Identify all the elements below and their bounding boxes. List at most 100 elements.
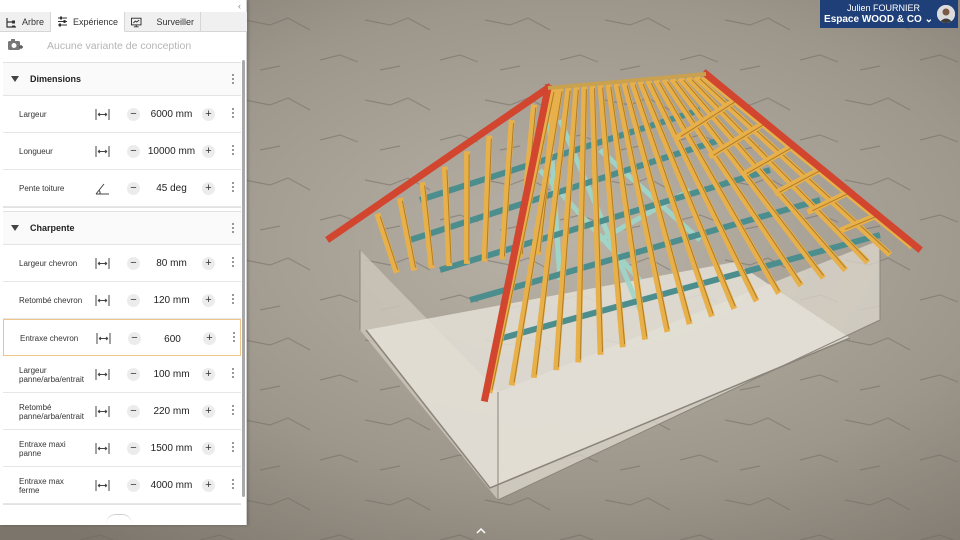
param-row-retombe-chevron: Retombé chevron − 120 mm + <box>3 282 241 319</box>
param-label: Entraxe maxi panne <box>19 439 66 458</box>
dimension-icon <box>95 109 110 120</box>
increment-button[interactable]: + <box>202 479 215 492</box>
tab-experience[interactable]: Expérience <box>51 12 126 32</box>
increment-button[interactable]: + <box>203 332 216 345</box>
user-badge[interactable]: Julien FOURNIER Espace WOOD & CO ⌄ <box>820 0 958 28</box>
param-value[interactable]: 10000 mm <box>141 143 202 160</box>
increment-button[interactable]: + <box>202 368 215 381</box>
param-row-pente-toiture: Pente toiture − 45 deg + <box>3 170 241 207</box>
kebab-menu-icon[interactable] <box>232 223 235 233</box>
sliders-icon <box>58 16 68 27</box>
dimension-icon <box>95 443 110 454</box>
param-value[interactable]: 80 mm <box>141 255 202 272</box>
param-label: Largeur <box>19 110 47 119</box>
kebab-menu-icon[interactable] <box>232 479 235 489</box>
tab-arbre[interactable]: Arbre <box>0 12 52 32</box>
param-value-input[interactable] <box>144 331 201 347</box>
decrement-button[interactable]: − <box>128 332 141 345</box>
chevron-up-icon[interactable] <box>475 526 487 536</box>
param-row-entraxe-max-ferme: Entraxe max ferme − 4000 mm + <box>3 467 241 504</box>
param-row-retombe-panne: Retombé panne/arba/entrait − 220 mm + <box>3 393 241 430</box>
kebab-menu-icon[interactable] <box>232 182 235 192</box>
tab-label: Expérience <box>73 16 119 27</box>
param-label: Entraxe max ferme <box>19 476 64 495</box>
param-row-largeur: Largeur − 6000 mm + <box>3 96 241 133</box>
tab-label: Surveiller <box>156 17 195 27</box>
decrement-button[interactable]: − <box>127 145 140 158</box>
param-row-entraxe-maxi-panne: Entraxe maxi panne − 1500 mm + <box>3 430 241 467</box>
rafter <box>441 166 453 267</box>
kebab-menu-icon[interactable] <box>232 145 235 155</box>
param-row-entraxe-chevron: Entraxe chevron − + <box>3 319 241 356</box>
param-label: Pente toiture <box>19 184 65 193</box>
dimension-icon <box>96 333 111 344</box>
param-value[interactable]: 6000 mm <box>141 106 202 123</box>
param-row-largeur-chevron: Largeur chevron − 80 mm + <box>3 245 241 282</box>
panel-tabs: Arbre Expérience Surveiller <box>0 12 247 32</box>
collapse-triangle-icon[interactable] <box>11 76 19 82</box>
kebab-menu-icon[interactable] <box>232 405 235 415</box>
param-label: Retombé panne/arba/entrait <box>19 402 84 421</box>
dimension-icon <box>95 406 110 417</box>
decrement-button[interactable]: − <box>127 479 140 492</box>
user-name: Julien FOURNIER <box>846 3 920 13</box>
tree-icon <box>6 17 16 28</box>
design-variant-placeholder: Aucune variante de conception <box>47 40 192 52</box>
section-title: Dimensions <box>30 74 82 84</box>
decrement-button[interactable]: − <box>127 442 140 455</box>
section-title: Charpente <box>30 223 75 233</box>
monitor-icon <box>131 17 142 27</box>
section-dimensions: Dimensions Largeur − 6000 mm + Longueur … <box>3 62 241 208</box>
param-value[interactable]: 45 deg <box>141 180 202 197</box>
angle-icon <box>95 183 109 195</box>
param-value[interactable]: 1500 mm <box>141 440 202 457</box>
tab-label: Arbre <box>22 17 45 27</box>
decrement-button[interactable]: − <box>127 294 140 307</box>
kebab-menu-icon[interactable] <box>232 442 235 452</box>
dimension-icon <box>95 146 110 157</box>
dimension-icon <box>95 480 110 491</box>
tab-surveiller[interactable]: Surveiller <box>125 12 202 32</box>
panel-resize-handle[interactable] <box>106 514 132 524</box>
param-label: Largeur panne/arba/entrait <box>19 365 84 384</box>
param-label: Retombé chevron <box>19 296 83 305</box>
design-variant-row[interactable]: Aucune variante de conception <box>0 34 247 58</box>
decrement-button[interactable]: − <box>127 368 140 381</box>
section-header-dimensions[interactable]: Dimensions <box>3 63 241 96</box>
increment-button[interactable]: + <box>202 257 215 270</box>
increment-button[interactable]: + <box>202 182 215 195</box>
param-label: Longueur <box>19 147 53 156</box>
param-row-largeur-panne: Largeur panne/arba/entrait − 100 mm + <box>3 356 241 393</box>
param-label: Entraxe chevron <box>20 334 79 343</box>
kebab-menu-icon[interactable] <box>232 74 235 84</box>
section-header-charpente[interactable]: Charpente <box>3 212 241 245</box>
camera-add-icon[interactable] <box>7 38 23 52</box>
increment-button[interactable]: + <box>202 145 215 158</box>
param-value[interactable]: 4000 mm <box>141 477 202 494</box>
kebab-menu-icon[interactable] <box>232 294 235 304</box>
dimension-icon <box>95 295 110 306</box>
kebab-menu-icon[interactable] <box>232 368 235 378</box>
avatar[interactable] <box>937 5 955 23</box>
panel-scrollbar[interactable] <box>242 60 245 497</box>
kebab-menu-icon[interactable] <box>232 257 235 267</box>
decrement-button[interactable]: − <box>127 257 140 270</box>
decrement-button[interactable]: − <box>127 405 140 418</box>
dimension-icon <box>95 258 110 269</box>
param-label: Largeur chevron <box>19 259 78 268</box>
param-value[interactable]: 100 mm <box>141 366 202 383</box>
kebab-menu-icon[interactable] <box>233 332 236 342</box>
dimension-icon <box>95 369 110 380</box>
workspace-name[interactable]: Espace WOOD & CO ⌄ <box>823 14 933 25</box>
increment-button[interactable]: + <box>202 294 215 307</box>
decrement-button[interactable]: − <box>127 108 140 121</box>
decrement-button[interactable]: − <box>127 182 140 195</box>
kebab-menu-icon[interactable] <box>232 108 235 118</box>
collapse-panel-icon[interactable]: ‹ <box>234 1 245 12</box>
increment-button[interactable]: + <box>202 108 215 121</box>
collapse-triangle-icon[interactable] <box>11 225 19 231</box>
param-value[interactable]: 220 mm <box>141 403 202 420</box>
param-value[interactable]: 120 mm <box>141 292 202 309</box>
increment-button[interactable]: + <box>202 442 215 455</box>
increment-button[interactable]: + <box>202 405 215 418</box>
